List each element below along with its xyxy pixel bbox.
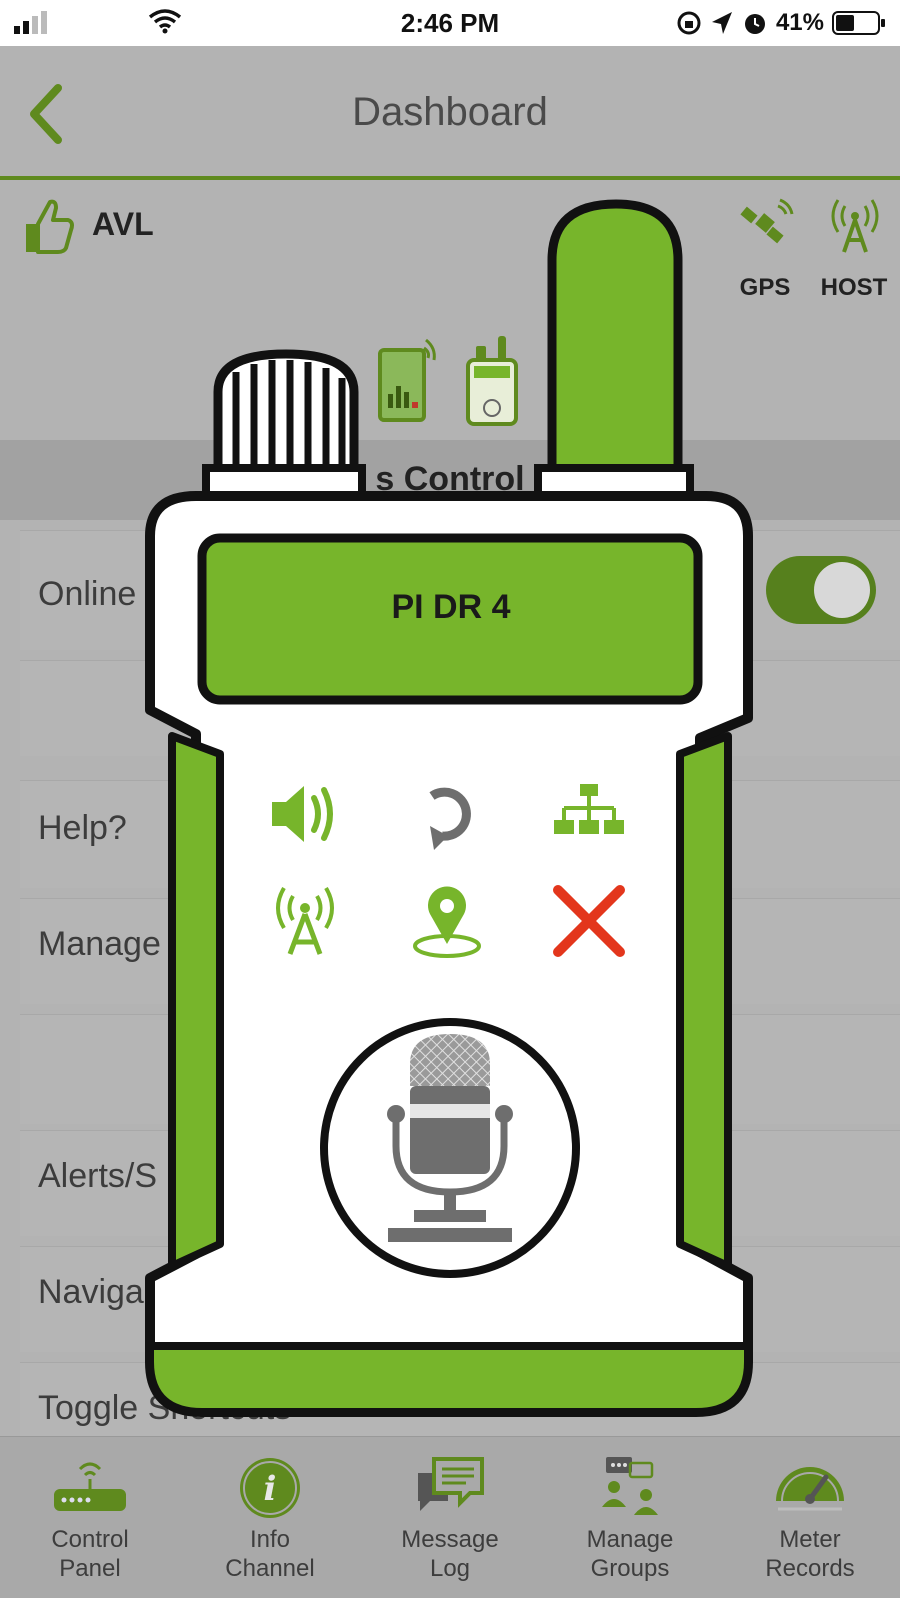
refresh-icon[interactable] — [404, 770, 490, 856]
radio-overlay: PI DR 4 — [0, 0, 900, 1598]
push-to-talk-button[interactable] — [318, 1016, 582, 1280]
tower-icon[interactable] — [262, 878, 348, 964]
microphone-icon — [320, 1018, 580, 1278]
location-pin-icon[interactable] — [404, 878, 490, 964]
network-icon[interactable] — [546, 770, 632, 856]
radio-display-text: PI DR 4 — [391, 588, 511, 626]
volume-icon[interactable] — [262, 770, 348, 856]
close-x-icon[interactable] — [546, 878, 632, 964]
